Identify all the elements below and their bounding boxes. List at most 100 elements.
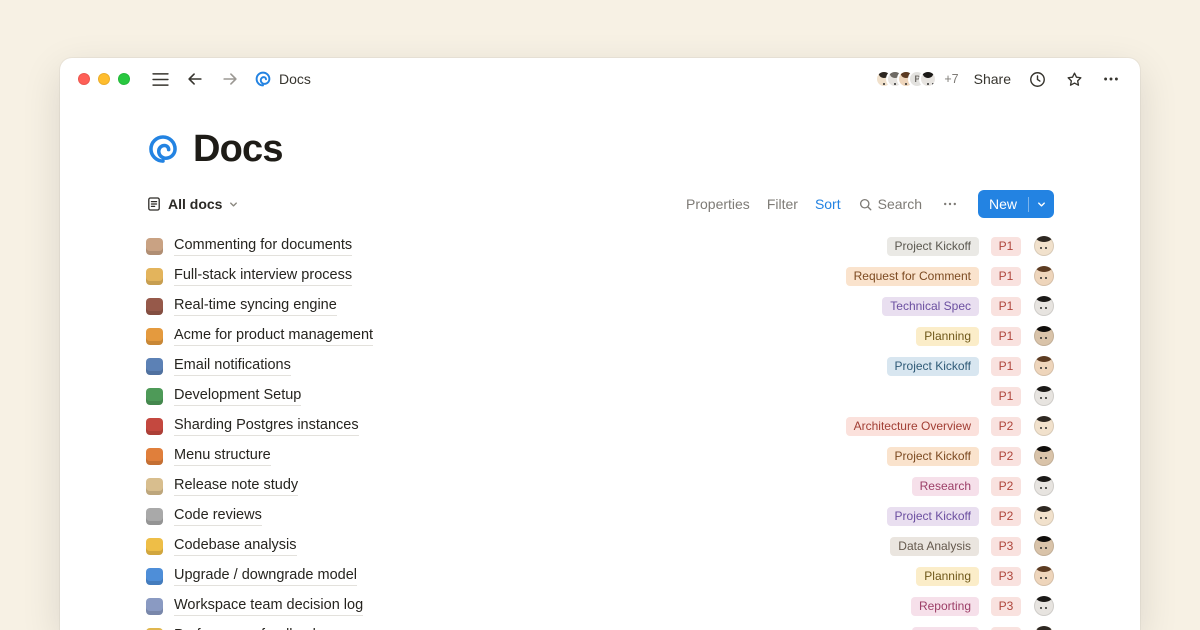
user-avatar[interactable]	[1034, 566, 1054, 586]
priority-pill[interactable]: P3	[991, 627, 1021, 630]
updates-clock-icon[interactable]	[1026, 68, 1048, 90]
table-row[interactable]: Email notifications Project Kickoff P1	[146, 351, 1054, 381]
tag-pill[interactable]: Project Kickoff	[887, 357, 979, 376]
user-avatar[interactable]	[1034, 626, 1054, 630]
user-avatar[interactable]	[919, 70, 937, 88]
user-avatar[interactable]	[1034, 416, 1054, 436]
priority-pill[interactable]: P3	[991, 597, 1021, 616]
titlebar-avatars[interactable]: P	[875, 70, 937, 88]
titlebar-actions: P +7 Share	[875, 68, 1122, 90]
doc-title[interactable]: Development Setup	[174, 386, 301, 406]
priority-pill[interactable]: P1	[991, 387, 1021, 406]
doc-title[interactable]: Performance feedback	[174, 626, 320, 630]
doc-title[interactable]: Menu structure	[174, 446, 271, 466]
close-button[interactable]	[78, 73, 90, 85]
table-row[interactable]: Performance feedback Research P3	[146, 621, 1054, 630]
table-row[interactable]: Commenting for documents Project Kickoff P…	[146, 231, 1054, 261]
doc-title[interactable]: Release note study	[174, 476, 298, 496]
notion-logo-icon	[146, 132, 180, 166]
doc-title[interactable]: Sharding Postgres instances	[174, 416, 359, 436]
table-row[interactable]: Menu structure Project Kickoff P2	[146, 441, 1054, 471]
user-avatar[interactable]	[1034, 446, 1054, 466]
doc-title[interactable]: Commenting for documents	[174, 236, 352, 256]
user-avatar[interactable]	[1034, 506, 1054, 526]
tag-pill[interactable]: Request for Comment	[846, 267, 979, 286]
table-row[interactable]: Acme for product management Planning P1	[146, 321, 1054, 351]
table-row[interactable]: Real-time syncing engine Technical Spec P1	[146, 291, 1054, 321]
doc-title[interactable]: Codebase analysis	[174, 536, 297, 556]
priority-pill[interactable]: P1	[991, 357, 1021, 376]
user-avatar[interactable]	[1034, 266, 1054, 286]
user-avatar[interactable]	[1034, 476, 1054, 496]
doc-title[interactable]: Real-time syncing engine	[174, 296, 337, 316]
priority-pill[interactable]: P2	[991, 417, 1021, 436]
tag-pill[interactable]: Planning	[916, 327, 979, 346]
new-button[interactable]: New	[978, 190, 1054, 218]
new-button-label[interactable]: New	[978, 190, 1028, 218]
docs-list-icon	[146, 196, 162, 212]
user-avatar[interactable]	[1034, 386, 1054, 406]
view-selector[interactable]: All docs	[146, 196, 239, 212]
tag-pill[interactable]: Planning	[916, 567, 979, 586]
menu-icon[interactable]	[149, 68, 171, 90]
priority-pill[interactable]: P3	[991, 567, 1021, 586]
properties-button[interactable]: Properties	[686, 196, 750, 212]
doc-title[interactable]: Acme for product management	[174, 326, 373, 346]
tag-pill[interactable]: Data Analysis	[890, 537, 979, 556]
doc-title[interactable]: Code reviews	[174, 506, 262, 526]
priority-pill[interactable]: P3	[991, 537, 1021, 556]
back-arrow-icon[interactable]	[184, 68, 206, 90]
toolbar-actions: Properties Filter Sort Search New	[686, 190, 1054, 218]
doc-title[interactable]: Email notifications	[174, 356, 291, 376]
doc-title[interactable]: Upgrade / downgrade model	[174, 566, 357, 586]
table-row[interactable]: Codebase analysis Data Analysis P3	[146, 531, 1054, 561]
table-row[interactable]: Full-stack interview process Request for …	[146, 261, 1054, 291]
toolbar-more-icon[interactable]	[939, 193, 961, 215]
tag-pill[interactable]: Research	[912, 627, 979, 630]
table-row[interactable]: Development Setup P1	[146, 381, 1054, 411]
chevron-down-icon[interactable]	[1029, 199, 1054, 210]
priority-pill[interactable]: P1	[991, 237, 1021, 256]
keyboard-icon	[146, 508, 163, 525]
user-avatar[interactable]	[1034, 596, 1054, 616]
priority-pill[interactable]: P2	[991, 507, 1021, 526]
filter-button[interactable]: Filter	[767, 196, 798, 212]
tag-pill[interactable]: Research	[912, 477, 979, 496]
priority-pill[interactable]: P1	[991, 327, 1021, 346]
user-avatar[interactable]	[1034, 326, 1054, 346]
doc-title[interactable]: Full-stack interview process	[174, 266, 352, 286]
table-row[interactable]: Workspace team decision log Reporting P3	[146, 591, 1054, 621]
tag-pill[interactable]: Project Kickoff	[887, 447, 979, 466]
priority-pill[interactable]: P1	[991, 297, 1021, 316]
minimize-button[interactable]	[98, 73, 110, 85]
toolbox-icon	[146, 418, 163, 435]
tag-pill[interactable]: Architecture Overview	[846, 417, 979, 436]
table-row[interactable]: Upgrade / downgrade model Planning P3	[146, 561, 1054, 591]
user-avatar[interactable]	[1034, 356, 1054, 376]
tag-pill[interactable]: Project Kickoff	[887, 507, 979, 526]
favorite-star-icon[interactable]	[1063, 68, 1085, 90]
user-avatar[interactable]	[1034, 236, 1054, 256]
forward-arrow-icon[interactable]	[219, 68, 241, 90]
priority-pill[interactable]: P1	[991, 267, 1021, 286]
more-options-icon[interactable]	[1100, 68, 1122, 90]
table-row[interactable]: Code reviews Project Kickoff P2	[146, 501, 1054, 531]
doc-title[interactable]: Workspace team decision log	[174, 596, 363, 616]
search-icon	[858, 197, 873, 212]
tag-pill[interactable]: Reporting	[911, 597, 979, 616]
table-row[interactable]: Sharding Postgres instances Architecture …	[146, 411, 1054, 441]
search-button[interactable]: Search	[858, 196, 922, 212]
share-button[interactable]: Share	[974, 71, 1011, 87]
sort-button[interactable]: Sort	[815, 196, 841, 212]
tag-pill[interactable]: Technical Spec	[882, 297, 979, 316]
table-row[interactable]: Release note study Research P2	[146, 471, 1054, 501]
breadcrumb[interactable]: Docs	[254, 70, 311, 88]
user-avatar[interactable]	[1034, 536, 1054, 556]
page-content: Docs All docs Properties Filter Sort	[60, 126, 1140, 630]
priority-pill[interactable]: P2	[991, 447, 1021, 466]
old-woman-icon	[146, 238, 163, 255]
tag-pill[interactable]: Project Kickoff	[887, 237, 979, 256]
zoom-button[interactable]	[118, 73, 130, 85]
priority-pill[interactable]: P2	[991, 477, 1021, 496]
user-avatar[interactable]	[1034, 296, 1054, 316]
